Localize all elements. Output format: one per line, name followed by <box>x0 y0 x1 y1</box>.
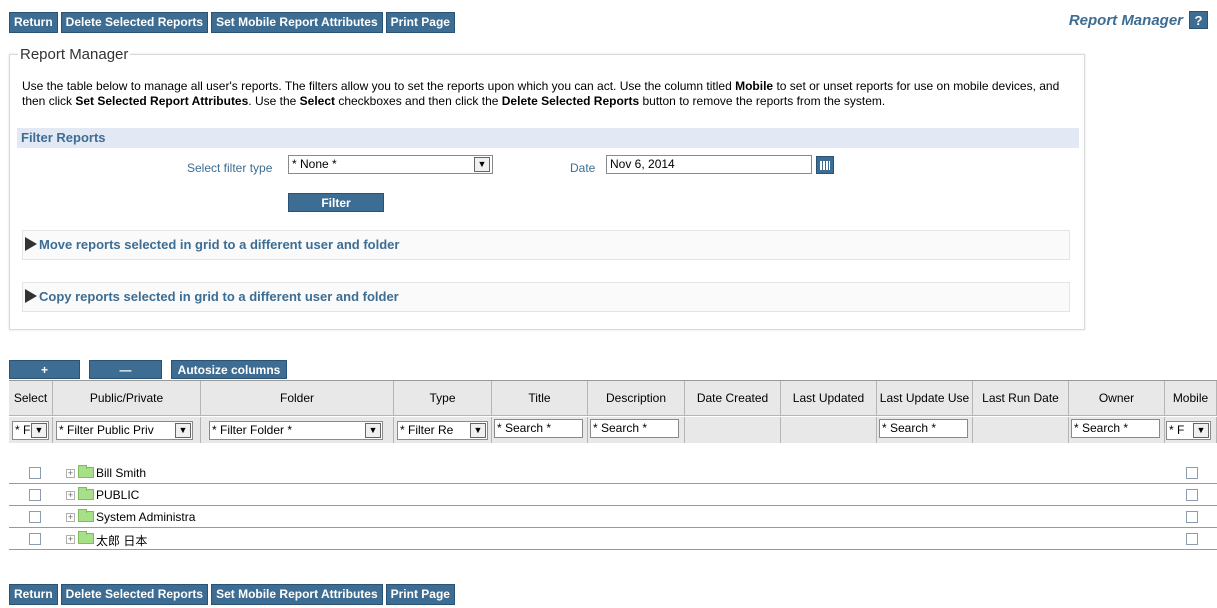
mobile-checkbox[interactable] <box>1186 489 1198 501</box>
collapse-all-button[interactable]: — <box>89 360 162 379</box>
chevron-down-icon: ▼ <box>175 423 191 438</box>
column-header-public-private[interactable]: Public/Private <box>53 381 201 416</box>
column-header-mobile[interactable]: Mobile <box>1165 381 1217 416</box>
folder-icon <box>78 509 94 522</box>
select-checkbox[interactable] <box>29 533 41 545</box>
column-header-title[interactable]: Title <box>492 381 588 416</box>
owner-search-input[interactable]: * Search * <box>1071 419 1160 438</box>
date-label: Date <box>570 161 596 175</box>
chevron-down-icon: ▼ <box>365 423 381 438</box>
chevron-down-icon: ▼ <box>470 423 486 438</box>
delete-selected-reports-button[interactable]: Delete Selected Reports <box>60 12 209 33</box>
folder-icon <box>78 531 94 544</box>
folder-name: System Administra <box>96 510 196 524</box>
return-button[interactable]: Return <box>9 12 58 33</box>
panel-legend: Report Manager <box>18 46 131 63</box>
folder-name: PUBLIC <box>96 488 140 502</box>
filter-type-select[interactable]: * None * ▼ <box>288 155 493 174</box>
move-reports-section[interactable]: Move reports selected in grid to a diffe… <box>22 230 1070 260</box>
column-header-last-updated[interactable]: Last Updated <box>781 381 877 416</box>
expand-icon[interactable]: + <box>66 469 75 478</box>
report-manager-panel: Report Manager Use the table below to ma… <box>9 46 1085 330</box>
delete-selected-reports-button[interactable]: Delete Selected Reports <box>60 584 209 605</box>
triangle-right-icon <box>25 289 37 304</box>
copy-reports-section[interactable]: Copy reports selected in grid to a diffe… <box>22 282 1070 312</box>
column-header-last-update-user[interactable]: Last Update Use <box>877 381 973 416</box>
folder-filter[interactable]: * Filter Folder * ▼ <box>209 421 383 440</box>
select-checkbox[interactable] <box>29 511 41 523</box>
print-page-button[interactable]: Print Page <box>385 12 455 33</box>
grid-filter-row: * F ▼ * Filter Public Priv ▼ * Filter Fold… <box>9 417 1217 443</box>
set-mobile-report-attributes-button[interactable]: Set Mobile Report Attributes <box>211 12 383 33</box>
select-checkbox[interactable] <box>29 489 41 501</box>
column-header-date-created[interactable]: Date Created <box>685 381 781 416</box>
select-filter[interactable]: * F ▼ <box>12 421 49 440</box>
expand-icon[interactable]: + <box>66 491 75 500</box>
return-button[interactable]: Return <box>9 584 58 605</box>
expand-icon[interactable]: + <box>66 535 75 544</box>
description-search-input[interactable]: * Search * <box>590 419 679 438</box>
calendar-icon[interactable] <box>816 156 834 174</box>
date-input[interactable]: Nov 6, 2014 <box>606 155 812 174</box>
column-header-select[interactable]: Select <box>9 381 53 416</box>
table-row[interactable]: + Bill Smith <box>9 462 1217 484</box>
top-toolbar: Return Delete Selected Reports Set Mobil… <box>9 12 458 33</box>
grid-header-row: Select Public/Private Folder Type Title … <box>9 381 1217 416</box>
table-row[interactable]: + 太郎 日本 <box>9 528 1217 550</box>
table-row[interactable]: + PUBLIC <box>9 484 1217 506</box>
page-title: Report Manager <box>1068 11 1183 29</box>
autosize-columns-button[interactable]: Autosize columns <box>171 360 287 379</box>
chevron-down-icon: ▼ <box>31 423 47 438</box>
column-header-folder[interactable]: Folder <box>201 381 394 416</box>
folder-icon <box>78 487 94 500</box>
column-header-last-run-date[interactable]: Last Run Date <box>973 381 1069 416</box>
chevron-down-icon: ▼ <box>1193 423 1209 438</box>
help-icon[interactable]: ? <box>1189 11 1208 29</box>
triangle-right-icon <box>25 237 37 252</box>
filter-button[interactable]: Filter <box>288 193 384 212</box>
title-search-input[interactable]: * Search * <box>494 419 583 438</box>
filter-reports-header: Filter Reports <box>17 128 1079 148</box>
filter-type-label: Select filter type <box>187 161 273 175</box>
select-checkbox[interactable] <box>29 467 41 479</box>
mobile-checkbox[interactable] <box>1186 511 1198 523</box>
column-header-owner[interactable]: Owner <box>1069 381 1165 416</box>
mobile-checkbox[interactable] <box>1186 533 1198 545</box>
expand-all-button[interactable]: + <box>9 360 80 379</box>
last-update-user-search-input[interactable]: * Search * <box>879 419 968 438</box>
folder-name: Bill Smith <box>96 466 147 480</box>
brand: Report Manager ? <box>1069 11 1208 29</box>
mobile-checkbox[interactable] <box>1186 467 1198 479</box>
reports-grid: Select Public/Private Folder Type Title … <box>9 380 1217 576</box>
grid-toolbar: + — Autosize columns <box>9 360 296 379</box>
column-header-description[interactable]: Description <box>588 381 685 416</box>
folder-name: 太郎 日本 <box>96 534 148 548</box>
column-header-type[interactable]: Type <box>394 381 492 416</box>
chevron-down-icon: ▼ <box>474 157 490 172</box>
type-filter[interactable]: * Filter Re ▼ <box>397 421 488 440</box>
mobile-filter[interactable]: * F ▼ <box>1166 421 1211 440</box>
panel-description: Use the table below to manage all user's… <box>22 79 1060 108</box>
set-mobile-report-attributes-button[interactable]: Set Mobile Report Attributes <box>211 584 383 605</box>
expand-icon[interactable]: + <box>66 513 75 522</box>
print-page-button[interactable]: Print Page <box>385 584 455 605</box>
folder-icon <box>78 465 94 478</box>
public-private-filter[interactable]: * Filter Public Priv ▼ <box>56 421 193 440</box>
bottom-toolbar: Return Delete Selected Reports Set Mobil… <box>9 584 458 605</box>
table-row[interactable]: + System Administra <box>9 506 1217 528</box>
